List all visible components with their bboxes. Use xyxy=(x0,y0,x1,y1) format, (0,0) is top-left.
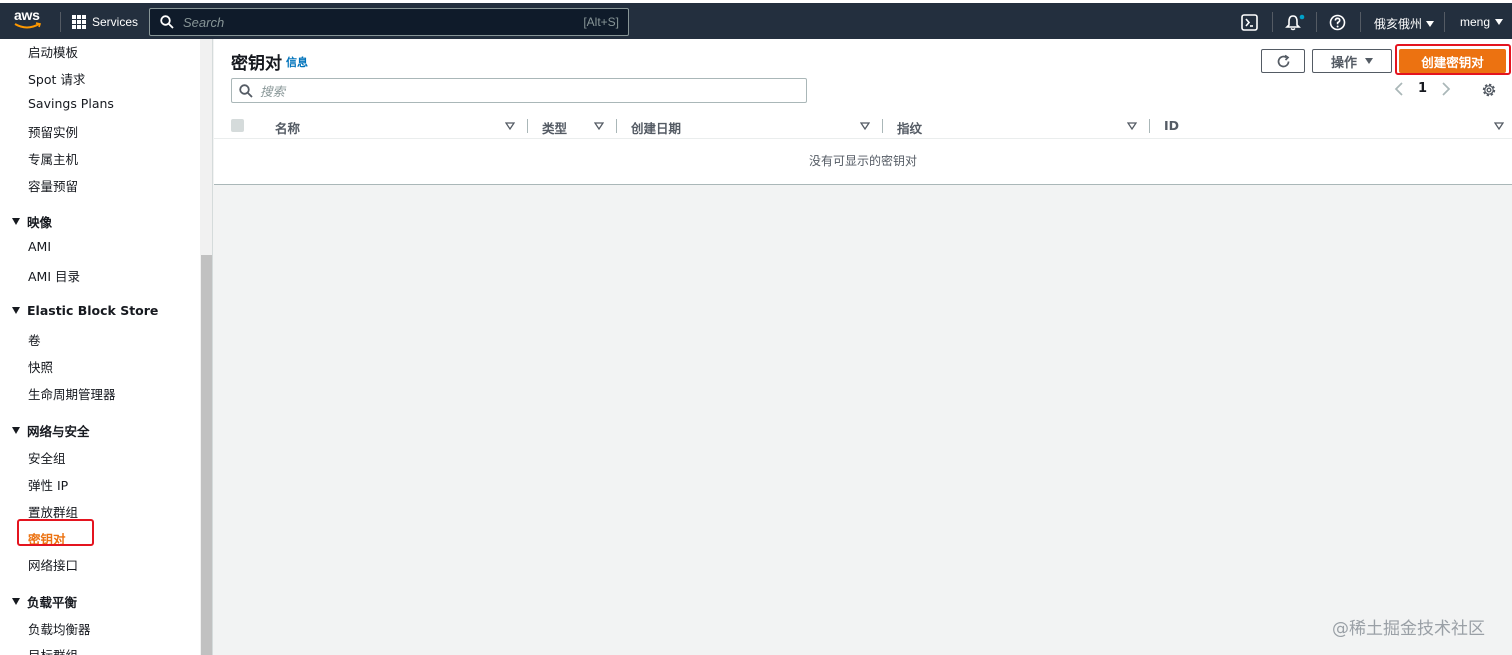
column-divider[interactable] xyxy=(1149,119,1150,133)
sidebar-item-capacity-reservations[interactable]: 容量预留 xyxy=(28,176,78,195)
section-title: 映像 xyxy=(27,215,53,230)
column-header-type[interactable]: 类型 xyxy=(542,118,567,137)
section-title: Elastic Block Store xyxy=(27,303,159,318)
sidebar-item-spot-requests[interactable]: Spot 请求 xyxy=(28,69,85,88)
column-header-name[interactable]: 名称 xyxy=(275,118,300,137)
column-divider[interactable] xyxy=(616,119,617,133)
sort-icon[interactable] xyxy=(860,121,870,131)
column-divider[interactable] xyxy=(527,119,528,133)
select-all-checkbox[interactable] xyxy=(231,119,244,132)
nav-divider xyxy=(1272,12,1273,32)
section-title: 网络与安全 xyxy=(27,424,90,439)
search-placeholder: Search xyxy=(183,14,225,30)
pagination: 1 xyxy=(1394,81,1451,96)
sidebar-item-reserved-instances[interactable]: 预留实例 xyxy=(28,122,78,141)
column-header-id[interactable]: ID xyxy=(1164,118,1179,133)
region-label: 俄亥俄州 xyxy=(1374,17,1423,31)
sidebar-item-target-groups[interactable]: 目标群组 xyxy=(28,645,78,655)
nav-divider xyxy=(1360,12,1361,32)
actions-label: 操作 xyxy=(1330,55,1357,71)
grid-icon xyxy=(72,15,86,29)
page-number[interactable]: 1 xyxy=(1418,81,1427,96)
key-pairs-highlight-box xyxy=(17,519,94,546)
cloudshell-icon[interactable] xyxy=(1241,14,1258,31)
sidebar-item-security-groups[interactable]: 安全组 xyxy=(28,448,66,467)
watermark: @稀土掘金技术社区 xyxy=(1332,619,1485,639)
sidebar-item-lifecycle-manager[interactable]: 生命周期管理器 xyxy=(28,384,116,403)
scrollbar-thumb[interactable] xyxy=(201,255,212,655)
search-icon xyxy=(239,83,253,98)
sidebar-scrollbar[interactable] xyxy=(200,39,212,655)
top-navigation-bar: aws Services Search [Alt+S] 俄亥俄州 meng xyxy=(0,0,1512,39)
account-menu[interactable]: meng xyxy=(1460,15,1504,29)
actions-dropdown-button[interactable]: 操作 xyxy=(1312,49,1392,73)
region-selector[interactable]: 俄亥俄州 xyxy=(1374,15,1435,32)
sidebar-item-volumes[interactable]: 卷 xyxy=(28,330,41,349)
table-header: 名称 类型 创建日期 指纹 ID xyxy=(214,114,1512,139)
help-icon[interactable] xyxy=(1329,14,1346,31)
caret-down-icon xyxy=(12,307,20,314)
chevron-left-icon[interactable] xyxy=(1394,81,1404,96)
empty-table-message: 没有可显示的密钥对 xyxy=(808,154,917,168)
aws-logo[interactable]: aws xyxy=(14,7,48,35)
column-header-created[interactable]: 创建日期 xyxy=(631,118,681,137)
sidebar-section-images[interactable]: 映像 xyxy=(12,212,52,231)
search-icon xyxy=(160,15,174,29)
column-header-fingerprint[interactable]: 指纹 xyxy=(897,118,922,137)
chevron-right-icon[interactable] xyxy=(1441,81,1451,96)
sidebar-section-load-balancing[interactable]: 负载平衡 xyxy=(12,592,77,611)
sidebar-section-ebs[interactable]: Elastic Block Store xyxy=(12,303,158,318)
sidebar-item-launch-templates[interactable]: 启动模板 xyxy=(28,42,78,61)
services-label: Services xyxy=(92,15,139,29)
search-shortcut: [Alt+S] xyxy=(583,15,619,29)
caret-down-icon xyxy=(12,427,20,434)
services-menu-button[interactable]: Services xyxy=(72,12,138,32)
sidebar-item-ami-catalog[interactable]: AMI 目录 xyxy=(28,266,80,285)
create-button-highlight-box xyxy=(1395,44,1511,75)
info-link[interactable]: 信息 xyxy=(286,54,308,70)
filter-search-input[interactable]: 搜索 xyxy=(231,78,807,103)
sidebar-item-load-balancers[interactable]: 负载均衡器 xyxy=(28,619,91,638)
caret-down-icon xyxy=(1365,58,1373,64)
sidebar-item-snapshots[interactable]: 快照 xyxy=(28,357,53,376)
filter-placeholder: 搜索 xyxy=(260,84,286,99)
sort-icon[interactable] xyxy=(594,121,604,131)
key-pairs-panel: 密钥对 信息 操作 创建密钥对 搜索 1 名称 类型 创建日期 指纹 ID 没有… xyxy=(214,39,1512,185)
sort-icon[interactable] xyxy=(505,121,515,131)
global-search-input[interactable]: Search [Alt+S] xyxy=(149,8,629,36)
page-title: 密钥对 xyxy=(231,54,282,74)
aws-smile-icon xyxy=(14,22,42,29)
column-divider[interactable] xyxy=(882,119,883,133)
gear-icon[interactable] xyxy=(1481,82,1497,98)
sort-icon[interactable] xyxy=(1127,121,1137,131)
side-navigation: 启动模板 Spot 请求 Savings Plans 预留实例 专属主机 容量预… xyxy=(0,39,213,655)
nav-divider xyxy=(60,12,61,32)
sidebar-item-dedicated-hosts[interactable]: 专属主机 xyxy=(28,149,78,168)
nav-divider xyxy=(1316,12,1317,32)
refresh-button[interactable] xyxy=(1261,49,1305,73)
caret-down-icon xyxy=(12,218,20,225)
sidebar-item-elastic-ips[interactable]: 弹性 IP xyxy=(28,475,68,494)
notifications-bell-icon[interactable] xyxy=(1285,14,1305,31)
nav-divider xyxy=(1444,12,1445,32)
caret-down-icon xyxy=(1495,19,1504,25)
sort-icon[interactable] xyxy=(1494,121,1504,131)
caret-down-icon xyxy=(1426,20,1435,27)
sidebar-item-savings-plans[interactable]: Savings Plans xyxy=(28,96,114,111)
sidebar-item-network-interfaces[interactable]: 网络接口 xyxy=(28,555,78,574)
caret-down-icon xyxy=(12,598,20,605)
refresh-icon xyxy=(1277,54,1289,67)
section-title: 负载平衡 xyxy=(27,595,78,610)
sidebar-section-network-security[interactable]: 网络与安全 xyxy=(12,421,90,440)
sidebar-item-ami[interactable]: AMI xyxy=(28,239,51,254)
user-name: meng xyxy=(1460,15,1491,29)
